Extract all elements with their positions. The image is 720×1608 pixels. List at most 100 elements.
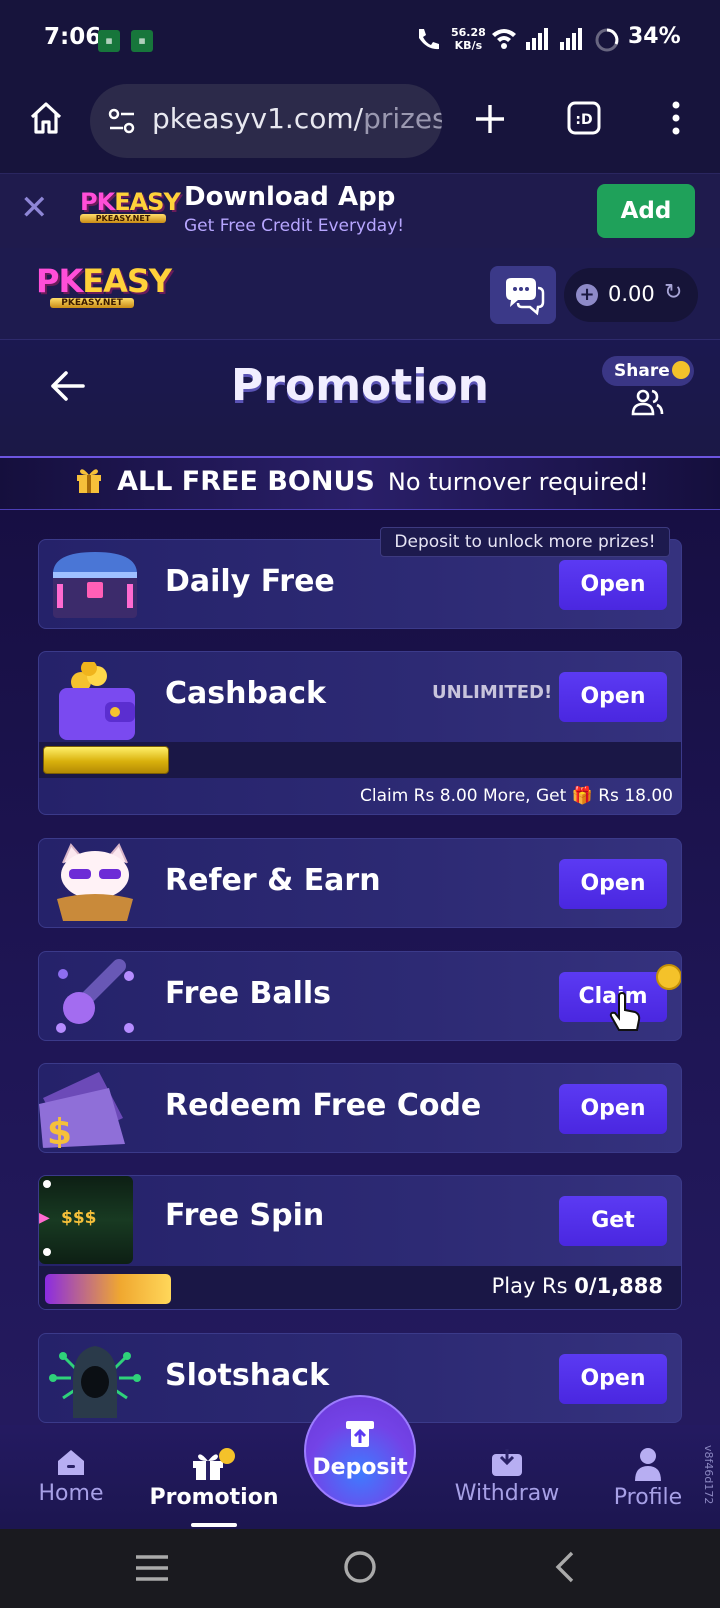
back-icon[interactable] — [552, 1549, 578, 1585]
address-bar[interactable]: pkeasyv1.com/prizes — [90, 84, 442, 158]
promo-card-free-balls[interactable]: Free Balls Claim — [38, 951, 682, 1041]
promo-card-free-spin[interactable]: ▶ $$$ Free Spin Get Play Rs 0/1,888 — [38, 1175, 682, 1310]
add-app-button[interactable]: Add — [597, 184, 695, 238]
more-menu-icon[interactable] — [664, 100, 688, 136]
unlimited-badge: UNLIMITED! — [432, 682, 553, 703]
hacker-hood-icon — [49, 1346, 141, 1418]
slot-symbols: $$$ — [61, 1208, 97, 1228]
version-label: v8f46d172 — [702, 1445, 715, 1505]
card-title: Free Spin — [165, 1198, 325, 1233]
status-bar: 7:06 ▦ ▦ 56.28 KB/s 34% — [0, 0, 720, 78]
gift-icon — [77, 469, 101, 493]
slot-reel-thumb: ▶ $$$ — [39, 1176, 133, 1264]
wallet-coins-icon — [59, 662, 135, 740]
nav-promotion[interactable]: Promotion — [148, 1425, 280, 1529]
app-notification-icon: ▦ — [98, 30, 120, 52]
coin-icon — [671, 361, 690, 379]
cashback-progress-bar — [39, 742, 681, 778]
hand-pointer-icon — [609, 992, 641, 1031]
balance-value: 0.00 — [608, 282, 655, 306]
chat-icon — [506, 278, 545, 316]
battery-ring-icon — [595, 28, 619, 52]
card-title: Redeem Free Code — [165, 1088, 482, 1123]
nav-promotion-label: Promotion — [149, 1485, 279, 1510]
download-app-banner: ✕ PKEASY PKEASY.NET Download App Get Fre… — [0, 174, 720, 248]
share-button[interactable]: Share — [602, 356, 694, 386]
share-label: Share — [614, 361, 670, 381]
add-funds-icon[interactable]: + — [576, 284, 598, 306]
wallet-withdraw-icon — [492, 1449, 522, 1476]
active-tab-indicator — [191, 1523, 237, 1527]
cashback-reward-amount: Rs 18.00 — [598, 786, 673, 806]
open-button[interactable]: Open — [559, 1084, 667, 1134]
new-tab-icon[interactable] — [473, 102, 507, 136]
comet-ball-icon — [56, 959, 134, 1033]
nav-profile-label: Profile — [613, 1485, 683, 1510]
site-settings-icon[interactable] — [108, 108, 136, 134]
free-bonus-banner: ALL FREE BONUS No turnover required! — [0, 456, 720, 510]
network-speed-value: 56.28 — [451, 26, 486, 39]
cat-mascot-icon — [57, 843, 133, 921]
pkeasy-logo: PKEASY PKEASY.NET — [80, 188, 181, 223]
deposit-button[interactable]: Deposit — [304, 1395, 416, 1507]
promotion-title-bar: Promotion Share — [0, 340, 720, 456]
svg-text::D: :D — [575, 112, 592, 128]
gift-icon: 🎁 — [571, 786, 593, 806]
people-icon[interactable] — [630, 388, 664, 416]
home-icon[interactable] — [28, 100, 64, 136]
svg-text:$: $ — [47, 1112, 72, 1148]
card-title: Slotshack — [165, 1358, 330, 1393]
wifi-icon — [492, 29, 516, 49]
balance-pill[interactable]: + 0.00 ↻ — [564, 268, 698, 322]
spin-progress-fill — [45, 1274, 171, 1304]
promo-card-redeem-code[interactable]: $ Redeem Free Code Open — [38, 1063, 682, 1153]
cashback-progress-text: Claim Rs 8.00 More, Get 🎁 Rs 18.00 — [360, 786, 673, 806]
open-button[interactable]: Open — [559, 1354, 667, 1404]
url-text-main: pkeasyv1.com/ — [152, 102, 364, 135]
chat-button[interactable] — [490, 266, 556, 324]
open-button[interactable]: Open — [559, 672, 667, 722]
nav-home-label: Home — [38, 1481, 104, 1506]
deposit-label: Deposit — [312, 1455, 408, 1480]
card-title: Cashback — [165, 676, 326, 711]
promo-card-refer-earn[interactable]: Refer & Earn Open — [38, 838, 682, 928]
status-time: 7:06 — [44, 24, 102, 50]
signal-icon — [526, 28, 548, 50]
open-button[interactable]: Open — [559, 560, 667, 610]
call-icon — [419, 29, 439, 50]
download-app-title: Download App — [184, 182, 396, 212]
browser-toolbar: pkeasyv1.com/prizes :D — [0, 78, 720, 174]
card-title: Free Balls — [165, 976, 332, 1011]
network-speed: 56.28 KB/s — [451, 26, 486, 52]
tab-switcher-icon[interactable]: :D — [566, 100, 602, 136]
bonus-title: ALL FREE BONUS — [117, 466, 375, 497]
play-icon: ▶ — [39, 1210, 50, 1226]
home-icon — [58, 1450, 84, 1475]
nav-home[interactable]: Home — [30, 1425, 112, 1529]
close-icon[interactable]: ✕ — [20, 188, 49, 228]
app-notification-icon: ▦ — [131, 30, 153, 52]
nav-profile[interactable]: Profile — [606, 1425, 690, 1529]
refresh-icon[interactable]: ↻ — [664, 280, 682, 305]
home-circle-icon[interactable] — [342, 1549, 378, 1585]
card-title: Daily Free — [165, 564, 335, 599]
url-text-faded: prizes — [363, 102, 442, 135]
gift-icon — [193, 1448, 235, 1480]
nav-withdraw[interactable]: Withdraw — [448, 1425, 566, 1529]
open-button[interactable]: Open — [559, 859, 667, 909]
promo-card-cashback[interactable]: Cashback UNLIMITED! Open Claim Rs 8.00 M… — [38, 651, 682, 815]
spin-progress-bar: Play Rs 0/1,888 — [39, 1266, 681, 1309]
nav-withdraw-label: Withdraw — [454, 1481, 560, 1506]
card-title: Refer & Earn — [165, 863, 381, 898]
treasure-chest-icon — [53, 552, 137, 618]
profile-icon — [635, 1448, 661, 1481]
recent-apps-icon[interactable] — [134, 1553, 170, 1583]
url-text: pkeasyv1.com/prizes — [152, 102, 442, 135]
system-navigation-bar — [0, 1529, 720, 1608]
play-value: 0/1,888 — [574, 1274, 663, 1298]
battery-level: 34% — [628, 24, 681, 49]
cashback-progress-fill — [43, 746, 169, 774]
get-button[interactable]: Get — [559, 1196, 667, 1246]
spin-progress-text: Play Rs 0/1,888 — [492, 1274, 663, 1298]
pkeasy-logo[interactable]: PKEASY PKEASY.NET — [36, 262, 172, 308]
